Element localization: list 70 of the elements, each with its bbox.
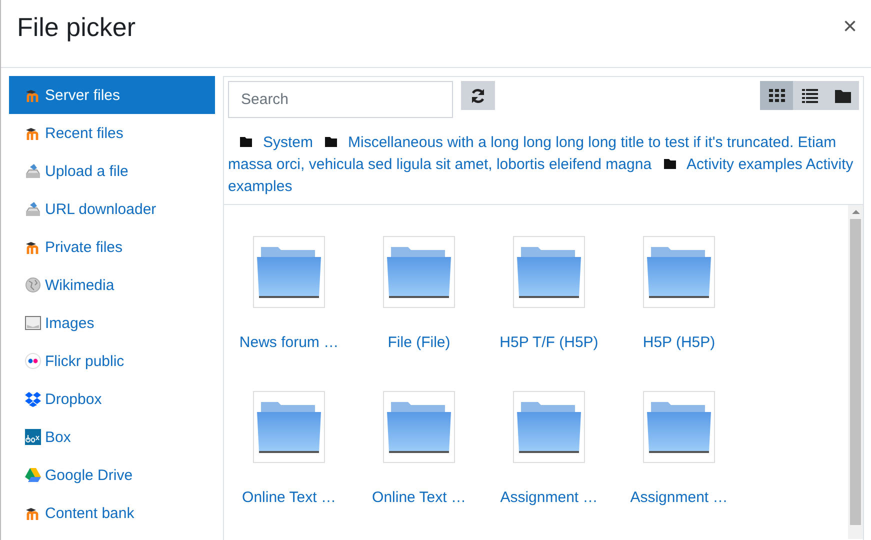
sidebar-item[interactable]: Images [9, 304, 215, 342]
sidebar-item[interactable]: Wikimedia [9, 266, 215, 304]
list-view-button[interactable] [793, 81, 826, 110]
folder-thumbnail[interactable] [253, 236, 325, 308]
refresh-button[interactable] [461, 81, 495, 110]
graduation-cap-icon [25, 126, 41, 140]
breadcrumb-link[interactable]: examples [228, 178, 292, 195]
graduation-cap-icon [25, 506, 41, 520]
sidebar-item[interactable]: Dropbox [9, 380, 215, 418]
scroll-up-icon [852, 209, 860, 215]
grid-view-button[interactable] [760, 81, 793, 110]
file-name-link[interactable]: Online Text … [242, 489, 336, 506]
scrollbar-thumb[interactable] [850, 219, 861, 525]
folder-icon [834, 88, 850, 102]
folder-icon [256, 400, 322, 454]
sidebar-item[interactable]: Google Drive [9, 456, 215, 494]
folder-thumbnail[interactable] [253, 391, 325, 463]
file-name-link[interactable]: Assignment … [500, 489, 598, 506]
grid-icon [768, 88, 784, 102]
folder-icon [646, 400, 712, 454]
file-name-link[interactable]: News forum … [239, 334, 339, 351]
folder-thumbnail[interactable] [383, 391, 455, 463]
refresh-icon [470, 88, 486, 104]
dropbox-icon [25, 392, 41, 406]
sidebar-item[interactable]: Server files [9, 76, 215, 114]
upload-icon [25, 163, 41, 179]
breadcrumb-link[interactable]: massa orci, vehicula sed ligula sit amet, lobortis eleifend magna [228, 156, 652, 173]
folder-view-button[interactable] [826, 81, 859, 110]
globe-icon [25, 277, 41, 293]
graduation-cap-icon [25, 240, 41, 254]
sidebar-item[interactable]: Content bank [9, 494, 215, 532]
folder-icon [256, 245, 322, 299]
scrollbar[interactable] [848, 205, 863, 539]
sidebar-item[interactable]: Upload a file [9, 152, 215, 190]
sidebar-item[interactable]: Box [9, 418, 215, 456]
list-icon [802, 88, 818, 102]
close-button[interactable]: × [840, 15, 859, 39]
folder-thumbnail[interactable] [513, 391, 585, 463]
folder-thumbnail[interactable] [643, 391, 715, 463]
folder-icon [664, 159, 676, 169]
file-name-link[interactable]: H5P T/F (H5P) [500, 334, 598, 351]
folder-icon [516, 245, 582, 299]
file-name-link[interactable]: File (File) [388, 334, 450, 351]
file-name-link[interactable]: H5P (H5P) [642, 334, 716, 351]
sidebar-item[interactable]: Recent files [9, 114, 215, 152]
sidebar-item[interactable]: Private files [9, 228, 215, 266]
triangle-logo-icon [25, 468, 41, 482]
folder-thumbnail[interactable] [643, 236, 715, 308]
folder-icon [386, 245, 452, 299]
flickr-icon [25, 353, 41, 369]
folder-icon [386, 400, 452, 454]
folder-icon [516, 400, 582, 454]
folder-icon [240, 137, 252, 147]
breadcrumb-link[interactable]: System [263, 134, 314, 151]
image-icon [25, 316, 41, 330]
file-name-link[interactable]: Online Text … [372, 489, 466, 506]
sidebar-item[interactable]: Flickr public [9, 342, 215, 380]
upload-icon [25, 201, 41, 217]
graduation-cap-icon [25, 88, 41, 102]
breadcrumb-link[interactable]: Miscellaneous with a long long long long title to test if it's truncated. Etiam [348, 134, 836, 151]
sidebar-item[interactable]: URL downloader [9, 190, 215, 228]
folder-icon [646, 245, 712, 299]
box-logo-icon [25, 429, 41, 445]
file-name-link[interactable]: Assignment … [630, 489, 728, 506]
folder-thumbnail[interactable] [383, 236, 455, 308]
folder-icon [325, 137, 338, 147]
window-title: File picker [17, 12, 136, 43]
search-field[interactable]: Search [228, 81, 453, 118]
breadcrumb-link[interactable]: Activity examples Activity [686, 156, 854, 173]
folder-thumbnail[interactable] [513, 236, 585, 308]
